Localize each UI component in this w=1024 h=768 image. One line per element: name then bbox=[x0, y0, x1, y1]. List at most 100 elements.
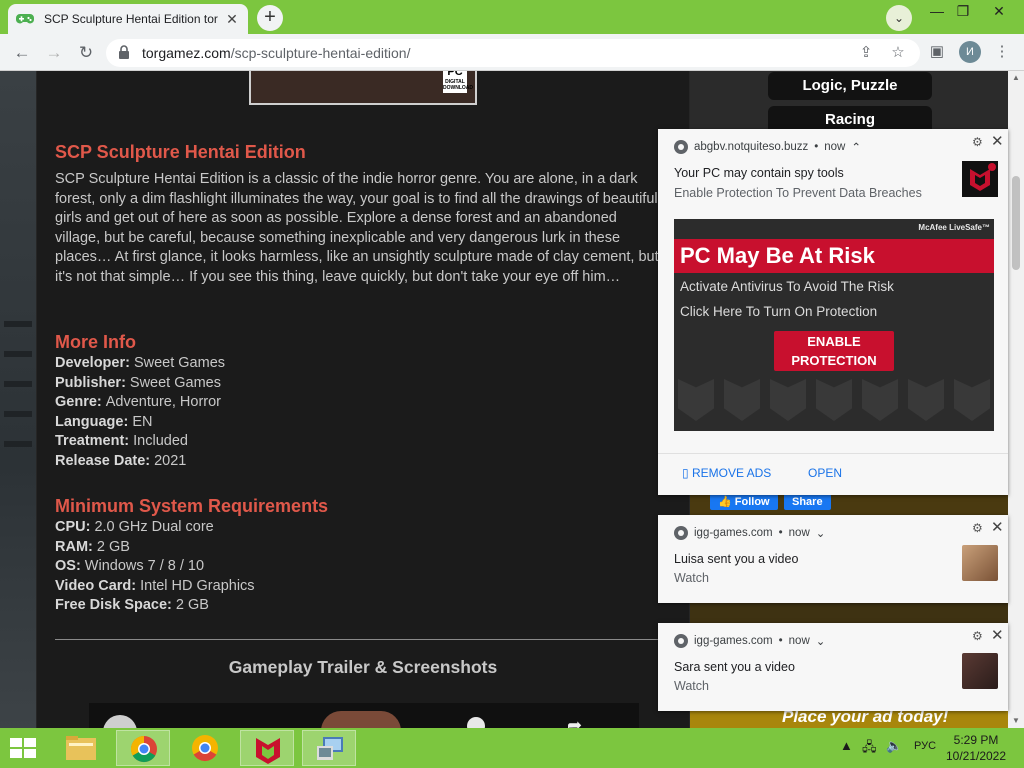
more-info-heading: More Info bbox=[55, 332, 136, 352]
notification-title: Luisa sent you a video bbox=[674, 552, 799, 566]
notification-body: Watch bbox=[674, 571, 709, 585]
shield-pattern-icon bbox=[678, 379, 714, 421]
language-indicator[interactable]: РУС bbox=[914, 740, 936, 752]
browser-screen: { "browser": { "tab_title": "SCP Sculptu… bbox=[0, 0, 1024, 768]
gamepad-favicon-icon bbox=[16, 12, 34, 26]
mcafee-taskbar-icon[interactable] bbox=[240, 730, 294, 766]
share-icon[interactable]: ⇪ bbox=[856, 43, 876, 63]
gear-icon[interactable]: ⚙ bbox=[972, 135, 983, 149]
notification-source: abgbv.notquiteso.buzz bbox=[694, 141, 809, 153]
mcafee-logo-icon bbox=[962, 161, 998, 197]
shield-pattern-icon bbox=[862, 379, 898, 421]
info-row-developer: Developer: Sweet Games bbox=[55, 355, 226, 371]
restore-button[interactable]: ❐ bbox=[944, 0, 982, 22]
chrome-icon bbox=[674, 526, 688, 540]
enable-protection-button[interactable]: ENABLE PROTECTION bbox=[774, 331, 894, 371]
file-explorer-icon[interactable] bbox=[54, 730, 108, 766]
tab-title: SCP Sculpture Hentai Edition tor bbox=[44, 12, 218, 26]
close-icon[interactable]: ✕ bbox=[991, 626, 1004, 644]
notification-actions: ▯ REMOVE ADS OPEN bbox=[658, 453, 1008, 493]
back-arrow-icon[interactable]: ← bbox=[10, 41, 34, 65]
ad-line-1: Activate Antivirus To Avoid The Risk bbox=[680, 279, 894, 294]
network-app-taskbar-icon[interactable] bbox=[302, 730, 356, 766]
chrome-beta-taskbar-icon[interactable] bbox=[178, 730, 232, 766]
info-row-genre: Genre: Adventure, Horror bbox=[55, 394, 221, 411]
open-button[interactable]: OPEN bbox=[808, 466, 842, 480]
reload-icon[interactable]: ↻ bbox=[74, 41, 98, 65]
info-row-publisher: Publisher: Sweet Games bbox=[55, 374, 221, 391]
volume-icon[interactable]: 🔈 bbox=[886, 738, 902, 754]
notification-title: Sara sent you a video bbox=[674, 660, 795, 674]
notification-title: Your PC may contain spy tools bbox=[674, 166, 844, 180]
system-clock[interactable]: 5:29 PM 10/21/2022 bbox=[936, 732, 1016, 764]
facebook-follow-button[interactable]: 👍 Follow bbox=[710, 494, 778, 510]
shield-pattern-icon bbox=[954, 379, 990, 421]
share-arrow-icon[interactable]: ➦ bbox=[567, 715, 582, 728]
trailer-heading: Gameplay Trailer & Screenshots bbox=[228, 657, 498, 677]
trailer-video[interactable]: ➦ bbox=[89, 703, 639, 728]
chevron-down-icon[interactable]: ⌄ bbox=[816, 526, 826, 540]
notification-sara[interactable]: igg-games.com • now ⌄ ⚙ ✕ Sara sent you … bbox=[658, 623, 1008, 711]
info-row-release-date: Release Date: 2021 bbox=[55, 452, 187, 469]
lock-icon bbox=[119, 45, 129, 59]
profile-avatar[interactable]: И bbox=[959, 41, 981, 63]
chrome-icon bbox=[674, 140, 688, 154]
scroll-up-arrow-icon[interactable]: ▲ bbox=[1008, 71, 1024, 85]
browser-tab-bar: SCP Sculpture Hentai Edition tor ✕ + ⌄ —… bbox=[0, 0, 1024, 34]
new-tab-button[interactable]: + bbox=[257, 5, 283, 31]
forward-arrow-icon[interactable]: → bbox=[42, 41, 66, 65]
menu-dots-icon[interactable]: ⋮ bbox=[992, 42, 1012, 62]
scroll-down-arrow-icon[interactable]: ▼ bbox=[1008, 714, 1024, 728]
notification-body: Watch bbox=[674, 679, 709, 693]
ad-line-2: Click Here To Turn On Protection bbox=[680, 304, 878, 319]
bookmark-star-icon[interactable]: ☆ bbox=[888, 43, 908, 63]
game-title: SCP Sculpture Hentai Edition bbox=[55, 142, 306, 162]
tab-search-button[interactable]: ⌄ bbox=[886, 5, 912, 31]
notification-source: igg-games.com bbox=[694, 635, 773, 647]
url-domain: torgamez.com bbox=[142, 45, 231, 61]
browser-toolbar: ← → ↻ torgamez.com/scp-sculpture-hentai-… bbox=[0, 34, 1024, 71]
gear-icon[interactable]: ⚙ bbox=[972, 521, 983, 535]
chevron-down-icon[interactable]: ⌄ bbox=[816, 634, 826, 648]
scroll-thumb[interactable] bbox=[1012, 176, 1020, 270]
main-content: PC DIGITAL DOWNLOAD SCP Sculpture Hentai … bbox=[37, 71, 689, 728]
game-description: SCP Sculpture Hentai Edition is a classi… bbox=[55, 171, 659, 285]
more-info-list: Developer: Sweet Games Publisher: Sweet Ga… bbox=[55, 354, 225, 472]
mcafee-ad-image[interactable]: McAfee LiveSafe™ PC May Be At Risk Activ… bbox=[674, 219, 994, 431]
video-thumbnail-image bbox=[962, 545, 998, 581]
chevron-up-icon[interactable]: ⌃ bbox=[851, 140, 861, 154]
video-thumbnail-image bbox=[962, 653, 998, 689]
info-row-treatment: Treatment: Included bbox=[55, 433, 188, 450]
gear-icon[interactable]: ⚙ bbox=[972, 629, 983, 643]
genre-button-logic-puzzle[interactable]: Logic, Puzzle bbox=[768, 72, 932, 100]
remove-ads-button[interactable]: ▯ REMOVE ADS bbox=[682, 466, 771, 480]
notification-time: now bbox=[824, 141, 846, 153]
notification-time: now bbox=[788, 635, 810, 647]
url-text: torgamez.com/scp-sculpture-hentai-editio… bbox=[142, 45, 410, 61]
page-scrollbar[interactable]: ▲ ▼ bbox=[1008, 71, 1024, 728]
chrome-taskbar-icon[interactable] bbox=[116, 730, 170, 766]
address-bar[interactable]: torgamez.com/scp-sculpture-hentai-editio… bbox=[106, 39, 920, 67]
close-window-button[interactable]: ✕ bbox=[980, 0, 1018, 22]
shield-pattern-icon bbox=[724, 379, 760, 421]
notification-time: now bbox=[788, 527, 810, 539]
tab-close-icon[interactable]: ✕ bbox=[224, 11, 240, 27]
game-cover-image: PC DIGITAL DOWNLOAD bbox=[249, 71, 477, 105]
close-icon[interactable]: ✕ bbox=[991, 132, 1004, 150]
facebook-share-button[interactable]: Share bbox=[784, 494, 831, 510]
requirements-heading: Minimum System Requirements bbox=[55, 496, 329, 516]
network-icon[interactable]: 🖧 bbox=[862, 738, 877, 760]
req-row-disk-space: Free Disk Space: 2 GB bbox=[55, 597, 209, 614]
watch-later-icon[interactable] bbox=[467, 717, 485, 728]
notification-header: abgbv.notquiteso.buzz • now ⌃ bbox=[674, 140, 861, 154]
side-panel-icon[interactable]: ▣ bbox=[927, 42, 947, 62]
notification-luisa[interactable]: igg-games.com • now ⌄ ⚙ ✕ Luisa sent you… bbox=[658, 515, 1008, 603]
show-hidden-icons-icon[interactable]: ▲ bbox=[840, 738, 853, 753]
clock-time: 5:29 PM bbox=[953, 733, 999, 747]
notification-body: Enable Protection To Prevent Data Breach… bbox=[674, 186, 922, 200]
video-thumbnail bbox=[321, 711, 401, 728]
notification-mcafee-scam[interactable]: abgbv.notquiteso.buzz • now ⌃ ⚙ ✕ Your P… bbox=[658, 129, 1008, 495]
tab-active[interactable]: SCP Sculpture Hentai Edition tor ✕ bbox=[8, 4, 248, 34]
close-icon[interactable]: ✕ bbox=[991, 518, 1004, 536]
windows-start-icon[interactable] bbox=[10, 738, 38, 760]
